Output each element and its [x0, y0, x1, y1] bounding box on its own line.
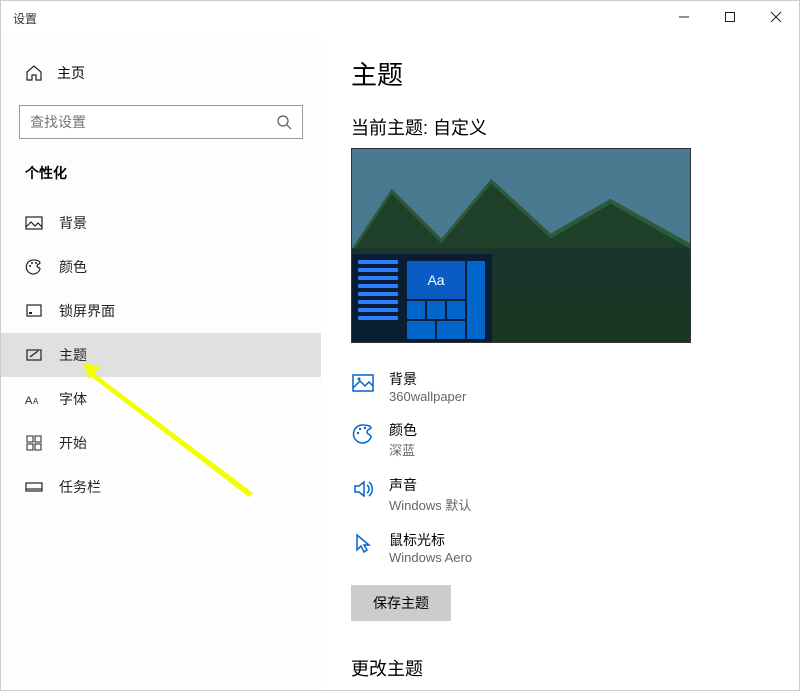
- sidebar-item-color[interactable]: 颜色: [1, 245, 321, 289]
- card-label: 背景: [389, 369, 466, 389]
- sidebar-item-font[interactable]: AA 字体: [1, 377, 321, 421]
- section-title: 个性化: [1, 157, 321, 201]
- svg-text:A: A: [25, 395, 33, 407]
- sidebar-item-lockscreen[interactable]: 锁屏界面: [1, 289, 321, 333]
- lockscreen-icon: [25, 302, 43, 320]
- card-value: 360wallpaper: [389, 389, 466, 404]
- sidebar-item-label: 字体: [59, 389, 87, 409]
- taskbar-icon: [25, 478, 43, 496]
- home-button[interactable]: 主页: [1, 55, 321, 91]
- maximize-button[interactable]: [707, 1, 753, 33]
- home-icon: [25, 64, 43, 82]
- preview-sample-text: Aa: [406, 260, 466, 300]
- search-input[interactable]: [30, 114, 276, 130]
- search-icon: [276, 114, 292, 130]
- sidebar-item-theme[interactable]: 主题: [1, 333, 321, 377]
- window-title: 设置: [13, 10, 37, 27]
- card-value: Windows Aero: [389, 550, 472, 565]
- card-value: 深蓝: [389, 440, 417, 459]
- card-label: 声音: [389, 475, 471, 495]
- search-box[interactable]: [19, 105, 303, 139]
- sidebar-item-taskbar[interactable]: 任务栏: [1, 465, 321, 509]
- sound-icon: [351, 477, 375, 501]
- home-label: 主页: [57, 63, 85, 83]
- close-button[interactable]: [753, 1, 799, 33]
- image-icon: [351, 371, 375, 395]
- svg-text:A: A: [33, 397, 39, 406]
- minimize-button[interactable]: [661, 1, 707, 33]
- theme-cursor-card[interactable]: 鼠标光标 Windows Aero: [351, 522, 779, 573]
- palette-icon: [351, 422, 375, 446]
- start-icon: [25, 434, 43, 452]
- theme-icon: [25, 346, 43, 364]
- theme-color-card[interactable]: 颜色 深蓝: [351, 412, 779, 467]
- palette-icon: [25, 258, 43, 276]
- sidebar-item-label: 颜色: [59, 257, 87, 277]
- image-icon: [25, 214, 43, 232]
- font-icon: AA: [25, 390, 43, 408]
- cursor-icon: [351, 532, 375, 556]
- sidebar-item-start[interactable]: 开始: [1, 421, 321, 465]
- current-theme-label: 当前主题: 自定义: [351, 114, 779, 140]
- theme-background-card[interactable]: 背景 360wallpaper: [351, 361, 779, 412]
- change-theme-heading: 更改主题: [351, 655, 779, 681]
- theme-sound-card[interactable]: 声音 Windows 默认: [351, 467, 779, 522]
- sidebar-item-label: 任务栏: [59, 477, 101, 497]
- theme-preview: Aa: [351, 148, 691, 343]
- save-theme-button[interactable]: 保存主题: [351, 585, 451, 621]
- sidebar-item-label: 开始: [59, 433, 87, 453]
- sidebar-item-label: 锁屏界面: [59, 301, 115, 321]
- sidebar-item-label: 主题: [59, 345, 87, 365]
- sidebar-item-label: 背景: [59, 213, 87, 233]
- page-title: 主题: [351, 55, 779, 92]
- card-value: Windows 默认: [389, 495, 471, 514]
- card-label: 颜色: [389, 420, 417, 440]
- sidebar-item-background[interactable]: 背景: [1, 201, 321, 245]
- card-label: 鼠标光标: [389, 530, 472, 550]
